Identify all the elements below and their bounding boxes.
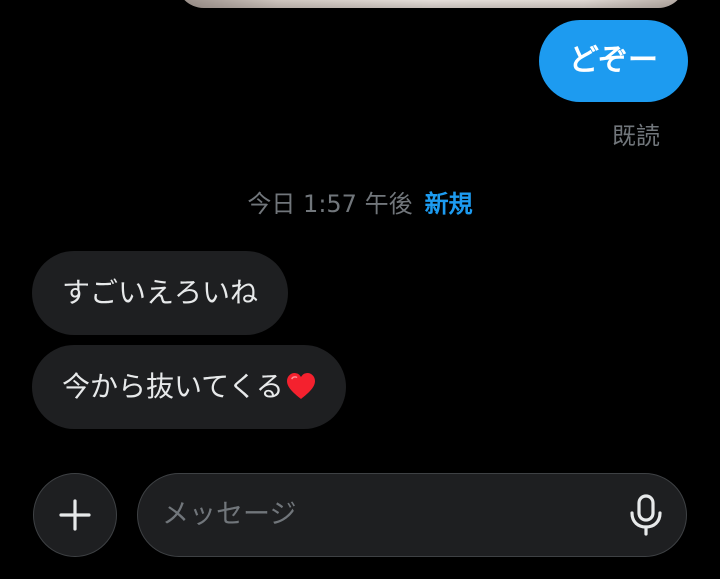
add-attachment-button[interactable] [33, 473, 117, 557]
plus-icon [59, 499, 91, 531]
date-divider-timestamp: 今日 1:57 午後 [247, 190, 413, 218]
received-message-bubble[interactable]: すごいえろいね [32, 251, 289, 335]
image-message-preview[interactable] [176, 0, 686, 8]
microphone-icon [630, 494, 662, 536]
sent-message-bubble[interactable]: どぞー [538, 20, 688, 102]
message-text: すごいえろいね [62, 276, 259, 309]
read-receipt: 既読 [612, 122, 660, 150]
microphone-button[interactable] [626, 494, 666, 536]
message-composer[interactable] [137, 473, 687, 557]
message-text: 今から抜いてくる [62, 370, 284, 403]
date-divider: 今日 1:57 午後 新規 [0, 184, 720, 219]
message-input[interactable] [162, 474, 602, 555]
new-messages-label: 新規 [424, 190, 473, 218]
received-message-bubble[interactable]: 今から抜いてくる [32, 345, 346, 429]
red-heart-icon [286, 349, 316, 399]
